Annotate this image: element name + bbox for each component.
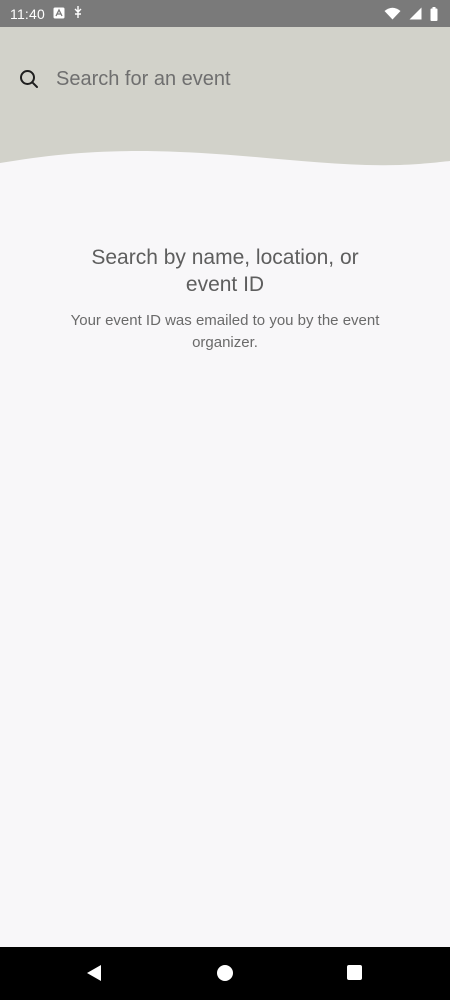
navigation-bar xyxy=(0,947,450,1000)
search-icon[interactable] xyxy=(17,67,41,91)
status-bar-right xyxy=(384,6,438,21)
signal-icon xyxy=(409,7,422,20)
empty-state: Search by name, location, or event ID Yo… xyxy=(0,244,450,354)
status-bar: 11:40 xyxy=(0,0,450,27)
status-bar-left: 11:40 xyxy=(10,5,83,22)
header-wave xyxy=(0,151,450,177)
status-time: 11:40 xyxy=(10,5,45,22)
a-notification-icon xyxy=(53,6,65,22)
home-icon[interactable] xyxy=(217,965,233,981)
search-input[interactable] xyxy=(56,62,426,96)
wifi-icon xyxy=(384,7,401,20)
usb-icon xyxy=(73,5,83,22)
back-icon[interactable] xyxy=(85,964,103,982)
empty-state-title: Search by name, location, or event ID xyxy=(91,246,359,296)
empty-state-subtitle: Your event ID was emailed to you by the … xyxy=(70,312,380,351)
search-bar[interactable] xyxy=(0,55,450,103)
search-header xyxy=(0,27,450,177)
recents-icon[interactable] xyxy=(347,965,362,980)
battery-icon xyxy=(430,6,438,21)
